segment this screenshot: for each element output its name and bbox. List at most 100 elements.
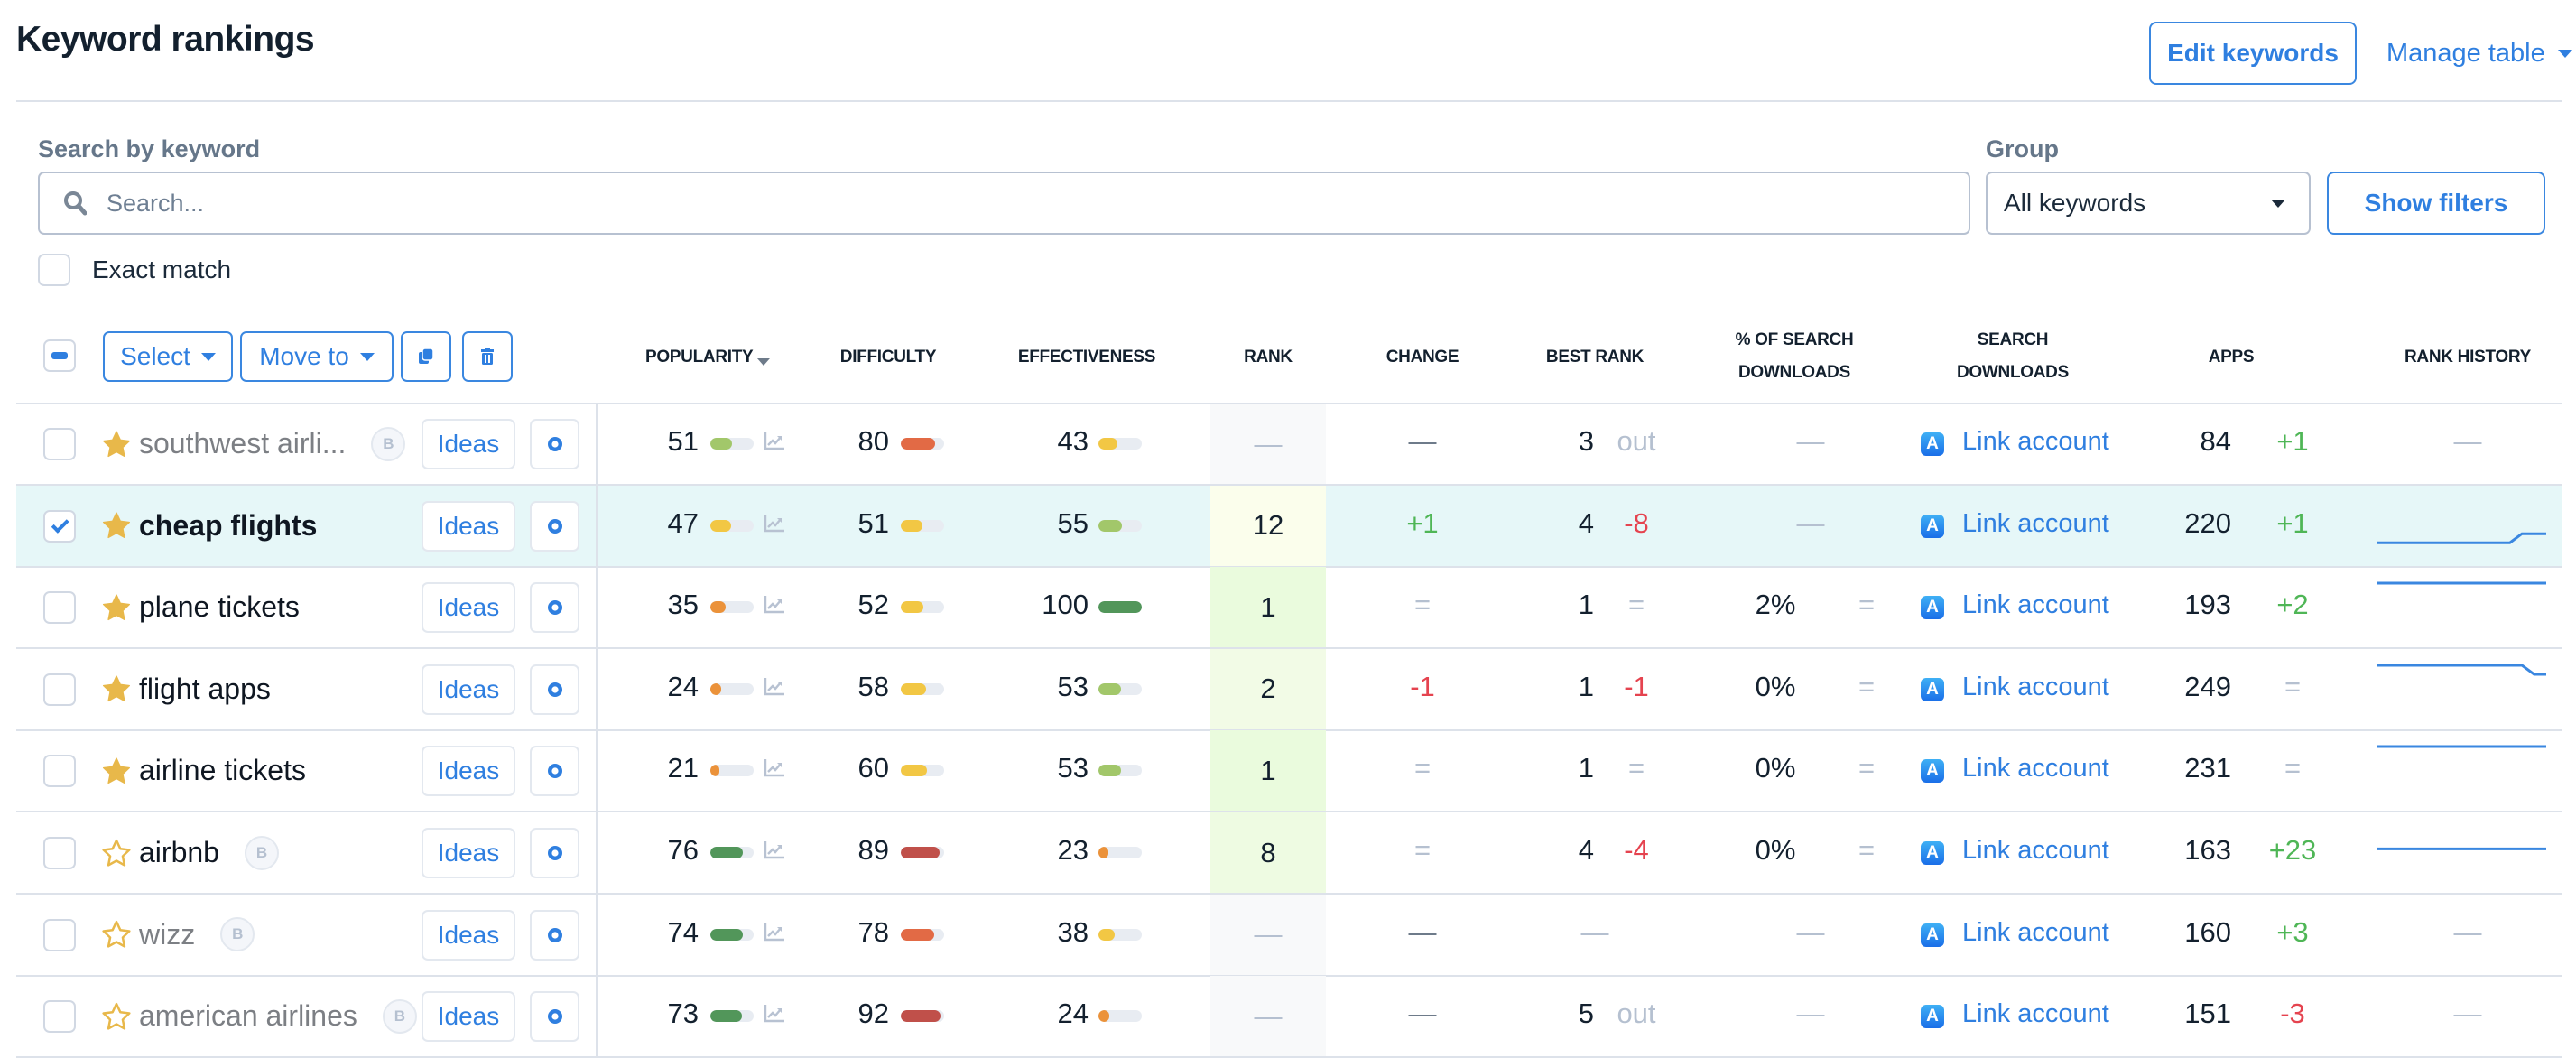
column-header-effectiveness[interactable]: EFFECTIVENESS xyxy=(1018,341,1156,374)
copy-button[interactable] xyxy=(401,331,451,382)
column-header-pct-search-downloads[interactable]: % OF SEARCH DOWNLOADS xyxy=(1736,324,1854,389)
track-button[interactable] xyxy=(530,419,579,469)
rank-history-sparkline xyxy=(2377,664,2546,676)
row-checkbox[interactable] xyxy=(43,591,76,625)
keyword-text[interactable]: flight apps xyxy=(139,673,271,706)
row-checkbox[interactable] xyxy=(43,509,76,543)
column-header-search-downloads[interactable]: SEARCH DOWNLOADS xyxy=(1957,324,2069,389)
ideas-button[interactable]: Ideas xyxy=(422,909,515,961)
row-checkbox[interactable] xyxy=(43,428,76,460)
trend-chart-icon[interactable] xyxy=(764,840,785,864)
row-checkbox[interactable] xyxy=(43,673,76,706)
select-dropdown-button[interactable]: Select xyxy=(103,331,233,382)
column-header-best-rank[interactable]: BEST RANK xyxy=(1546,341,1644,374)
link-account-link[interactable]: Link account xyxy=(1962,918,2109,948)
popularity-value: 73 xyxy=(667,998,699,1030)
star-outline-icon[interactable] xyxy=(101,920,132,949)
column-header-difficulty[interactable]: DIFFICULTY xyxy=(840,341,937,374)
change-value: — xyxy=(1408,425,1437,457)
track-button[interactable] xyxy=(530,828,579,878)
track-button[interactable] xyxy=(530,746,579,797)
ideas-button[interactable]: Ideas xyxy=(422,746,515,797)
column-header-popularity[interactable]: POPULARITY xyxy=(645,341,771,374)
link-account-link[interactable]: Link account xyxy=(1962,754,2109,784)
best-rank-delta: = xyxy=(1627,752,1645,784)
app-store-icon: A xyxy=(1921,432,1944,456)
row-checkbox[interactable] xyxy=(43,918,76,951)
popularity-bar-fill xyxy=(710,765,720,777)
difficulty-bar-fill xyxy=(901,601,923,614)
ideas-button[interactable]: Ideas xyxy=(422,500,515,552)
trend-chart-icon[interactable] xyxy=(764,513,785,537)
link-account-link[interactable]: Link account xyxy=(1962,427,2109,457)
row-checkbox[interactable] xyxy=(43,1000,76,1034)
link-account-link[interactable]: Link account xyxy=(1962,836,2109,866)
link-account-link[interactable]: Link account xyxy=(1962,509,2109,539)
trend-chart-icon[interactable] xyxy=(764,1003,785,1027)
chevron-down-icon xyxy=(359,352,375,361)
manage-table-label: Manage table xyxy=(2386,38,2545,68)
ideas-button[interactable]: Ideas xyxy=(422,664,515,715)
star-filled-icon[interactable] xyxy=(101,430,132,459)
keyword-text[interactable]: southwest airli... xyxy=(139,427,346,460)
keyword-text[interactable]: cheap flights xyxy=(139,509,317,543)
select-all-checkbox[interactable] xyxy=(43,339,76,372)
exact-match-option[interactable]: Exact match xyxy=(38,254,231,286)
ideas-button[interactable]: Ideas xyxy=(422,419,515,469)
apps-value: 151 xyxy=(2184,998,2231,1030)
row-checkbox[interactable] xyxy=(43,837,76,869)
track-button[interactable] xyxy=(530,582,579,634)
rank-value: 12 xyxy=(1210,485,1326,566)
difficulty-value: 78 xyxy=(857,915,889,948)
column-header-rank[interactable]: RANK xyxy=(1244,341,1293,374)
effectiveness-bar xyxy=(1098,601,1142,614)
star-filled-icon[interactable] xyxy=(101,674,132,703)
link-account-link[interactable]: Link account xyxy=(1962,590,2109,620)
search-field[interactable] xyxy=(38,172,1970,235)
keyword-text[interactable]: airbnb xyxy=(139,836,219,869)
trend-chart-icon[interactable] xyxy=(764,676,785,701)
trend-chart-icon[interactable] xyxy=(764,431,785,455)
ideas-button[interactable]: Ideas xyxy=(422,828,515,878)
track-button[interactable] xyxy=(530,909,579,961)
effectiveness-bar xyxy=(1098,682,1142,695)
search-input[interactable] xyxy=(107,189,1912,218)
exact-match-checkbox[interactable] xyxy=(38,254,70,286)
star-filled-icon[interactable] xyxy=(101,593,132,622)
keyword-text[interactable]: american airlines xyxy=(139,999,357,1033)
delete-button[interactable] xyxy=(462,331,513,382)
trend-chart-icon[interactable] xyxy=(764,922,785,946)
link-account-link[interactable]: Link account xyxy=(1962,999,2109,1029)
manage-table-dropdown[interactable]: Manage table xyxy=(2386,32,2572,74)
trend-chart-icon[interactable] xyxy=(764,757,785,782)
apps-delta: = xyxy=(2284,752,2302,784)
trend-chart-icon[interactable] xyxy=(764,594,785,618)
keyword-text[interactable]: wizz xyxy=(139,918,195,951)
column-header-apps[interactable]: APPS xyxy=(2209,341,2255,374)
link-account-link[interactable]: Link account xyxy=(1962,673,2109,702)
track-button[interactable] xyxy=(530,664,579,715)
show-filters-button[interactable]: Show filters xyxy=(2327,172,2545,235)
star-filled-icon[interactable] xyxy=(101,511,132,540)
column-header-change[interactable]: CHANGE xyxy=(1386,341,1459,374)
star-outline-icon[interactable] xyxy=(101,839,132,868)
keyword-text[interactable]: plane tickets xyxy=(139,590,300,624)
group-select[interactable]: All keywords xyxy=(1986,172,2311,235)
ideas-button[interactable]: Ideas xyxy=(422,991,515,1043)
track-button[interactable] xyxy=(530,991,579,1043)
row-checkbox[interactable] xyxy=(43,755,76,788)
checkmark-icon xyxy=(51,515,69,534)
star-outline-icon[interactable] xyxy=(101,1002,132,1031)
star-filled-icon[interactable] xyxy=(101,756,132,785)
keyword-cell: flight apps xyxy=(101,649,271,729)
ideas-button[interactable]: Ideas xyxy=(422,582,515,634)
move-to-dropdown-button[interactable]: Move to xyxy=(240,331,394,382)
rank-value: — xyxy=(1210,894,1326,975)
eye-icon xyxy=(547,846,562,860)
keyword-text[interactable]: airline tickets xyxy=(139,754,306,787)
best-rank-delta: = xyxy=(1627,589,1645,621)
copy-icon xyxy=(419,348,434,364)
track-button[interactable] xyxy=(530,500,579,552)
app-store-icon: A xyxy=(1921,923,1944,947)
edit-keywords-button[interactable]: Edit keywords xyxy=(2149,22,2357,85)
